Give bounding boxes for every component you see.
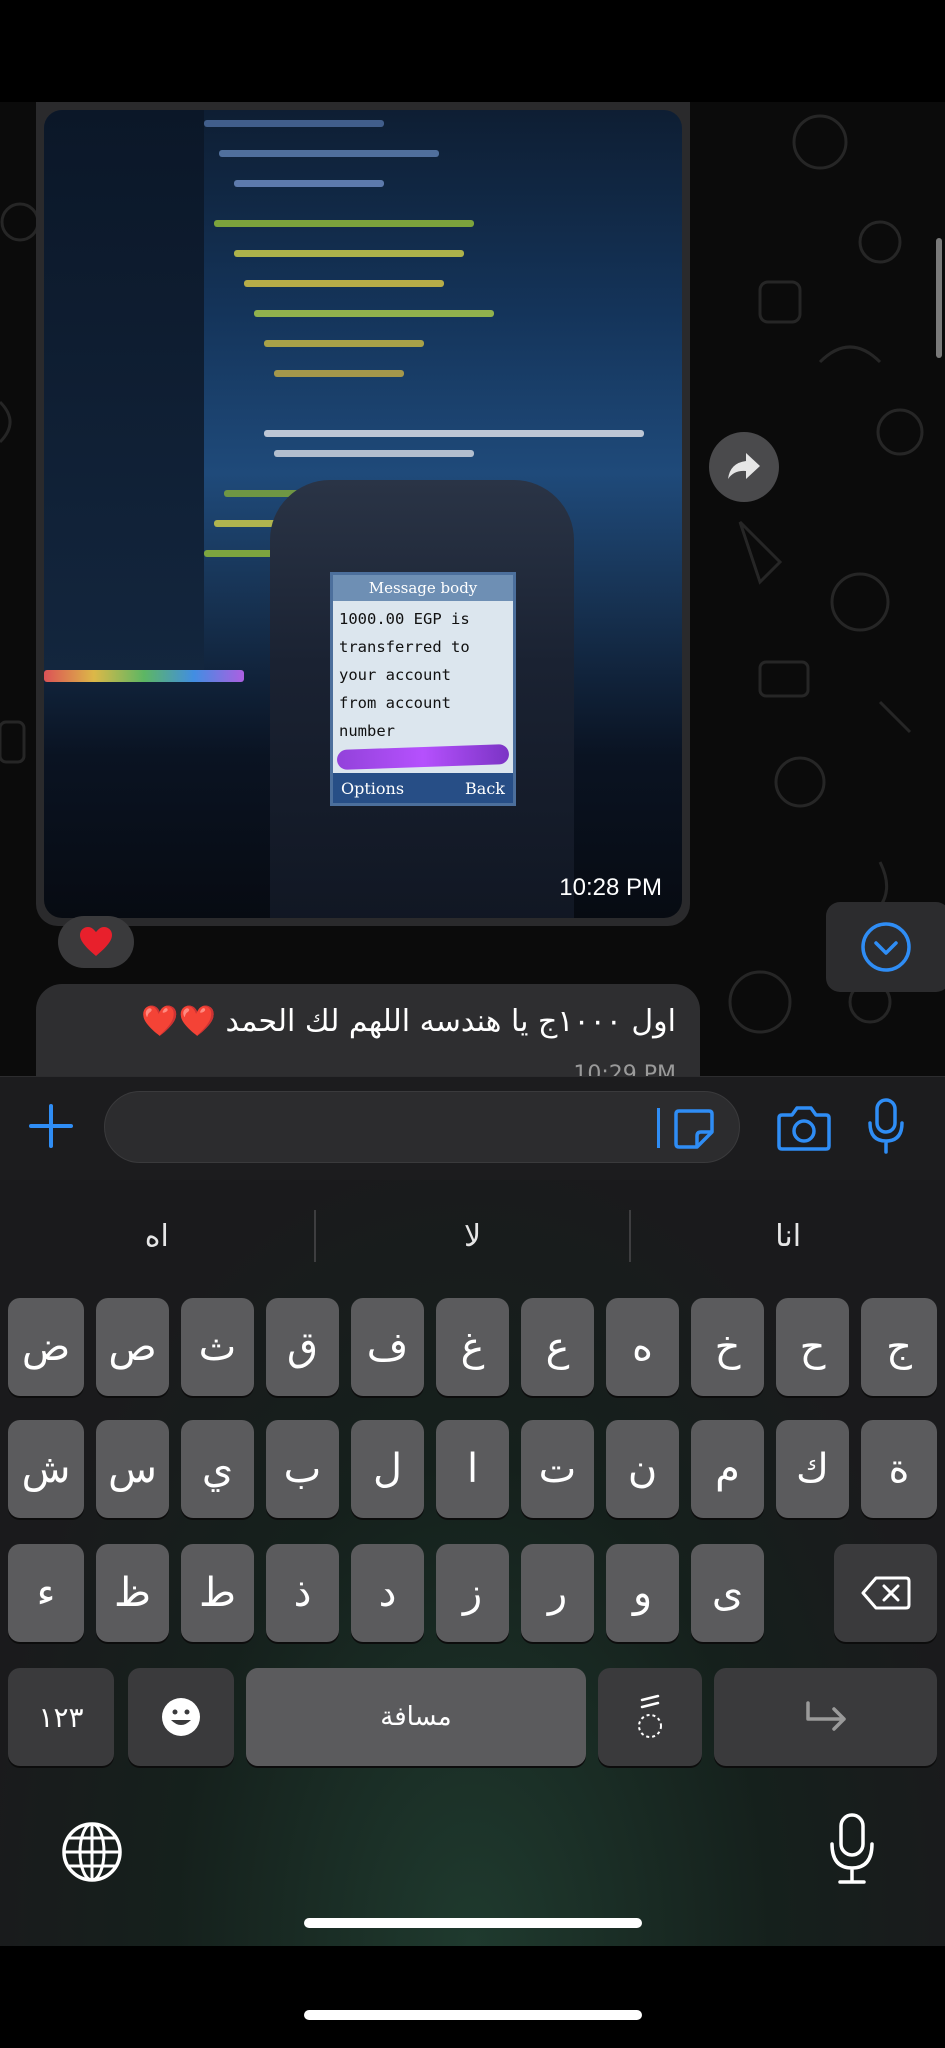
suggestion-1[interactable]: اه — [0, 1219, 314, 1254]
key-row2[interactable]: م — [691, 1420, 764, 1518]
globe-icon — [62, 1822, 122, 1882]
key-row2[interactable]: ت — [521, 1420, 594, 1518]
code-line — [219, 150, 439, 157]
suggestion-3[interactable]: انا — [631, 1219, 945, 1254]
code-line — [204, 120, 384, 127]
key-row3[interactable]: ر — [521, 1544, 594, 1642]
key-row1[interactable]: ض — [8, 1298, 84, 1396]
key-row1[interactable]: ج — [861, 1298, 937, 1396]
code-line — [214, 220, 474, 227]
key-row3[interactable]: و — [606, 1544, 679, 1642]
key-row2[interactable]: ة — [861, 1420, 937, 1518]
key-row1[interactable]: ق — [266, 1298, 339, 1396]
home-indicator[interactable] — [304, 2010, 642, 2020]
return-key[interactable] — [714, 1668, 937, 1766]
code-line — [44, 670, 244, 682]
key-row3[interactable]: ظ — [96, 1544, 169, 1642]
voice-note-button[interactable] — [866, 1097, 916, 1157]
message-text: اول ١٠٠٠ج يا هندسه اللهم لك الحمد ❤️❤️ — [141, 1004, 676, 1039]
key-row3[interactable]: ذ — [266, 1544, 339, 1642]
key-row3[interactable]: ء — [8, 1544, 84, 1642]
sticker-icon — [674, 1109, 714, 1149]
softkey-back: Back — [465, 778, 505, 798]
key-row3[interactable]: ى — [691, 1544, 764, 1642]
camera-icon — [777, 1106, 831, 1151]
forward-button[interactable] — [709, 432, 779, 502]
message-reaction[interactable] — [58, 916, 134, 968]
key-row3[interactable]: ط — [181, 1544, 254, 1642]
key-row1[interactable]: غ — [436, 1298, 509, 1396]
code-line — [254, 310, 494, 317]
key-row2[interactable]: ش — [8, 1420, 84, 1518]
text-cursor — [657, 1108, 660, 1148]
key-row1[interactable]: خ — [691, 1298, 764, 1396]
microphone-icon — [868, 1098, 904, 1154]
message-timestamp: 10:29 PM — [573, 1062, 676, 1076]
dictation-mic-icon — [830, 1813, 874, 1884]
code-line — [234, 180, 384, 187]
message-composer — [0, 1076, 945, 1180]
key-row1[interactable]: ث — [181, 1298, 254, 1396]
globe-button[interactable] — [60, 1820, 124, 1884]
camera-button[interactable] — [776, 1103, 832, 1153]
keyboard: اه لا انا ض ص ث ق ف غ ع ه خ ح ج ش س ي ب … — [0, 1180, 945, 1946]
numbers-key[interactable]: ١٢٣ — [8, 1668, 114, 1766]
keyboard-home-indicator — [304, 1918, 642, 1928]
key-row2[interactable]: ل — [351, 1420, 424, 1518]
key-row2[interactable]: ب — [266, 1420, 339, 1518]
code-line — [274, 370, 404, 377]
plus-icon — [29, 1104, 73, 1148]
key-row3[interactable]: د — [351, 1544, 424, 1642]
return-icon — [805, 1701, 846, 1731]
phone-screen-text: 1000.00 EGP is transferred to your accou… — [339, 610, 470, 740]
key-row3[interactable]: ز — [436, 1544, 509, 1642]
forward-arrow-icon — [728, 453, 760, 479]
scroll-to-bottom-button[interactable] — [826, 902, 945, 992]
backspace-key[interactable] — [834, 1544, 937, 1642]
text-message[interactable]: اول ١٠٠٠ج يا هندسه اللهم لك الحمد ❤️❤️ 1… — [36, 984, 700, 1076]
emoji-icon — [162, 1698, 200, 1736]
key-row2[interactable]: ا — [436, 1420, 509, 1518]
key-row1[interactable]: ه — [606, 1298, 679, 1396]
photo-monitor — [44, 110, 204, 680]
phone-softkeys: Options Back — [333, 773, 513, 803]
key-row2[interactable]: ن — [606, 1420, 679, 1518]
softkey-options: Options — [341, 778, 405, 798]
key-row1[interactable]: ع — [521, 1298, 594, 1396]
sticker-button[interactable] — [673, 1108, 715, 1150]
redaction-scribble — [336, 744, 510, 770]
image-message[interactable]: Message body 1000.00 EGP is transferred … — [36, 102, 690, 926]
message-input[interactable] — [104, 1091, 740, 1163]
message-photo[interactable]: Message body 1000.00 EGP is transferred … — [44, 110, 682, 918]
bottom-bar — [0, 1946, 945, 2048]
code-line — [244, 280, 444, 287]
photo-phone: Message body 1000.00 EGP is transferred … — [270, 480, 574, 918]
key-row2[interactable]: ي — [181, 1420, 254, 1518]
phone-screen: Message body 1000.00 EGP is transferred … — [330, 572, 516, 806]
key-row1[interactable]: ح — [776, 1298, 849, 1396]
key-row1[interactable]: ص — [96, 1298, 169, 1396]
chevron-down-circle-icon — [861, 922, 911, 972]
suggestion-2[interactable]: لا — [316, 1219, 630, 1254]
code-line — [234, 250, 464, 257]
dictation-button[interactable] — [828, 1812, 876, 1886]
key-row2[interactable]: ك — [776, 1420, 849, 1518]
tanween-icon — [638, 1694, 662, 1738]
code-line — [274, 450, 474, 457]
code-line — [264, 340, 424, 347]
space-key[interactable]: مسافة — [246, 1668, 586, 1766]
phone-screen-title: Message body — [333, 575, 513, 601]
suggestion-bar: اه لا انا — [0, 1180, 945, 1292]
code-line — [264, 430, 644, 437]
attach-button[interactable] — [26, 1101, 76, 1151]
chat-area[interactable]: Message body 1000.00 EGP is transferred … — [0, 102, 945, 1076]
key-row1[interactable]: ف — [351, 1298, 424, 1396]
backspace-icon — [861, 1576, 910, 1610]
emoji-key[interactable] — [128, 1668, 234, 1766]
key-row2[interactable]: س — [96, 1420, 169, 1518]
heart-reaction — [80, 927, 112, 956]
diacritic-key[interactable] — [598, 1668, 702, 1766]
chat-scrollbar[interactable] — [936, 238, 942, 358]
photo-timestamp: 10:28 PM — [559, 874, 662, 901]
